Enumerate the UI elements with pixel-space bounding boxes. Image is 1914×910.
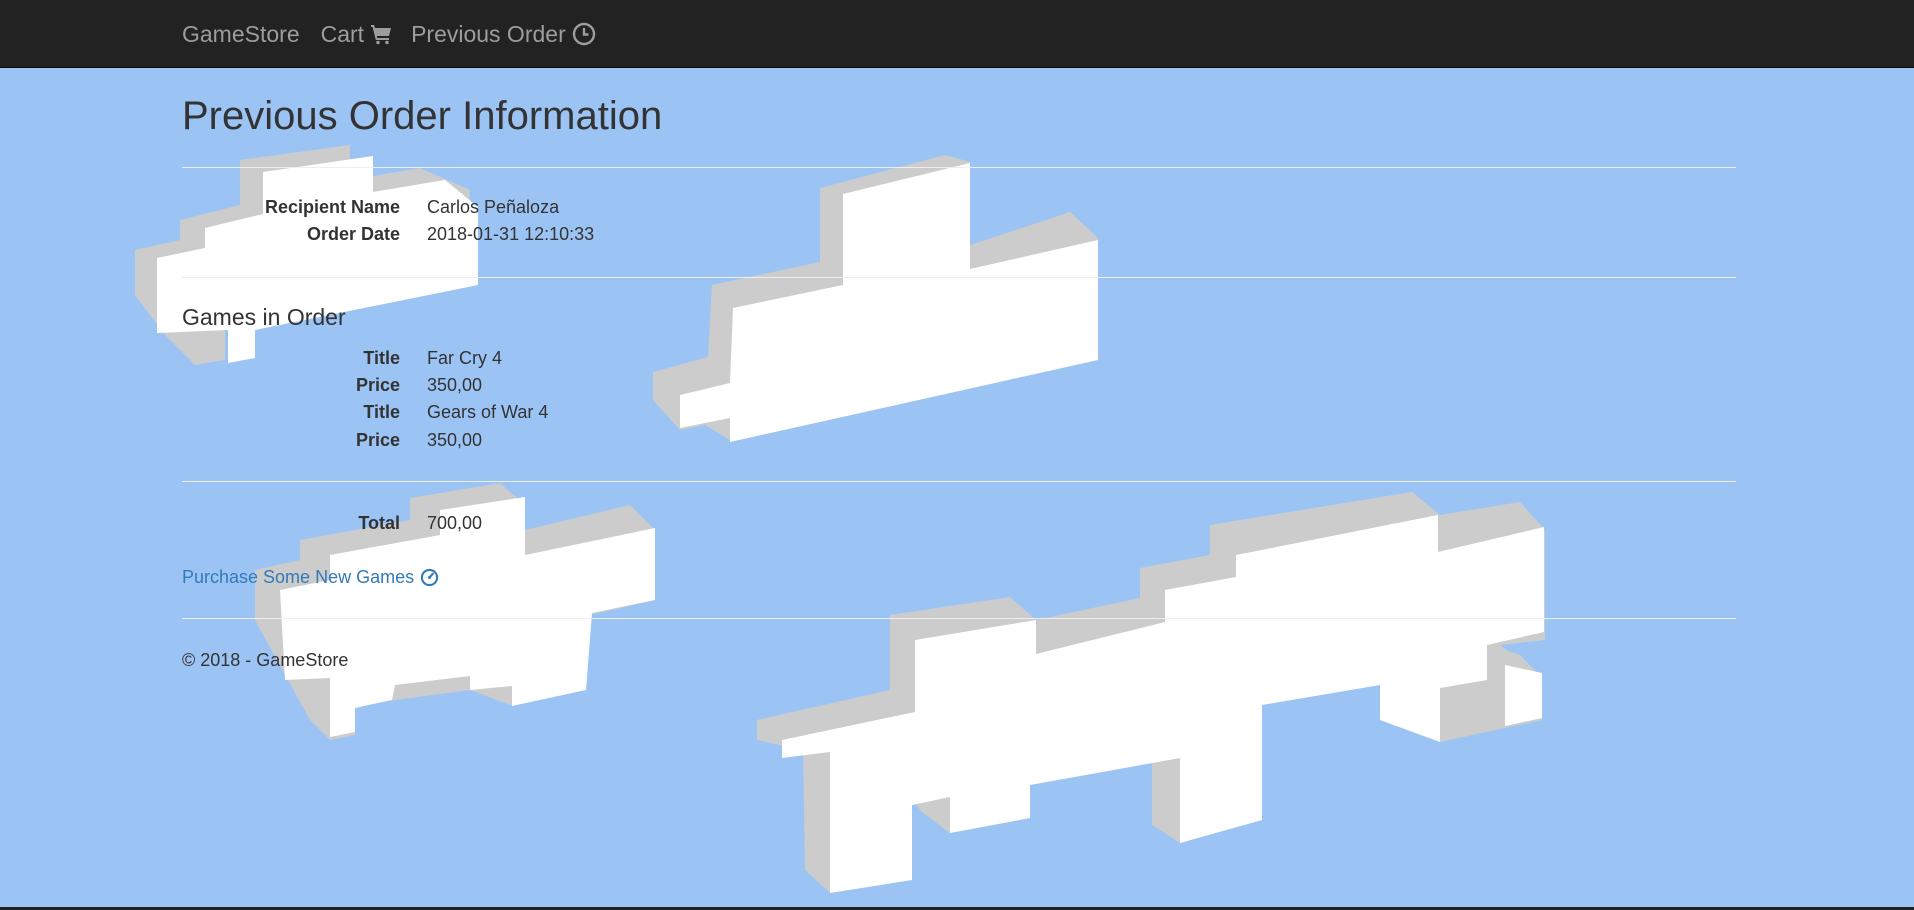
divider — [182, 481, 1736, 482]
page-title: Previous Order Information — [182, 94, 663, 138]
recipient-row: Recipient Name Carlos Peñaloza — [182, 197, 802, 219]
game-title-row: Title Gears of War 4 — [182, 402, 802, 424]
order-date-label: Order Date — [306, 224, 400, 244]
order-date-value: 2018-01-31 12:10:33 — [427, 224, 595, 244]
order-date-row: Order Date 2018-01-31 12:10:33 — [182, 224, 802, 246]
game-price-label: Price — [355, 430, 400, 450]
purchase-new-games-link[interactable]: Purchase Some New Games — [182, 567, 439, 588]
game-price-value: 350,00 — [427, 430, 483, 450]
recipient-value: Carlos Peñaloza — [427, 197, 560, 217]
nav-previous-order-link[interactable]: Previous Order — [411, 21, 596, 48]
navbar-links: GameStore Cart Previous Order — [182, 0, 596, 68]
divider — [182, 167, 1736, 168]
game-title-label: Title — [363, 402, 400, 422]
total-label: Total — [358, 513, 400, 533]
footer-copyright: © 2018 - GameStore — [182, 650, 349, 670]
recipient-label: Recipient Name — [264, 197, 400, 217]
shopping-cart-icon — [371, 25, 392, 45]
nav-cart-label: Cart — [320, 20, 365, 47]
top-navbar: GameStore Cart Previous Order — [0, 0, 1914, 68]
game-price-row: Price 350,00 — [182, 375, 802, 397]
game-title-value: Far Cry 4 — [427, 348, 503, 368]
divider — [182, 277, 1736, 278]
divider — [182, 618, 1736, 619]
total-value: 700,00 — [427, 513, 483, 533]
dashboard-icon — [420, 568, 439, 587]
purchase-link-label: Purchase Some New Games — [182, 567, 415, 587]
cloud-1 — [135, 145, 478, 365]
game-title-value: Gears of War 4 — [427, 402, 549, 422]
games-section-heading: Games in Order — [182, 304, 346, 330]
game-title-row: Title Far Cry 4 — [182, 348, 802, 370]
game-title-label: Title — [363, 348, 400, 368]
game-price-value: 350,00 — [427, 375, 483, 395]
game-price-label: Price — [355, 375, 400, 395]
game-price-row: Price 350,00 — [182, 430, 802, 452]
clock-icon — [572, 22, 595, 46]
nav-previous-order-label: Previous Order — [411, 20, 566, 47]
brand-link[interactable]: GameStore — [182, 21, 300, 48]
nav-cart-link[interactable]: Cart — [321, 21, 392, 48]
cloud-4 — [757, 492, 1545, 893]
total-row: Total 700,00 — [182, 513, 802, 535]
